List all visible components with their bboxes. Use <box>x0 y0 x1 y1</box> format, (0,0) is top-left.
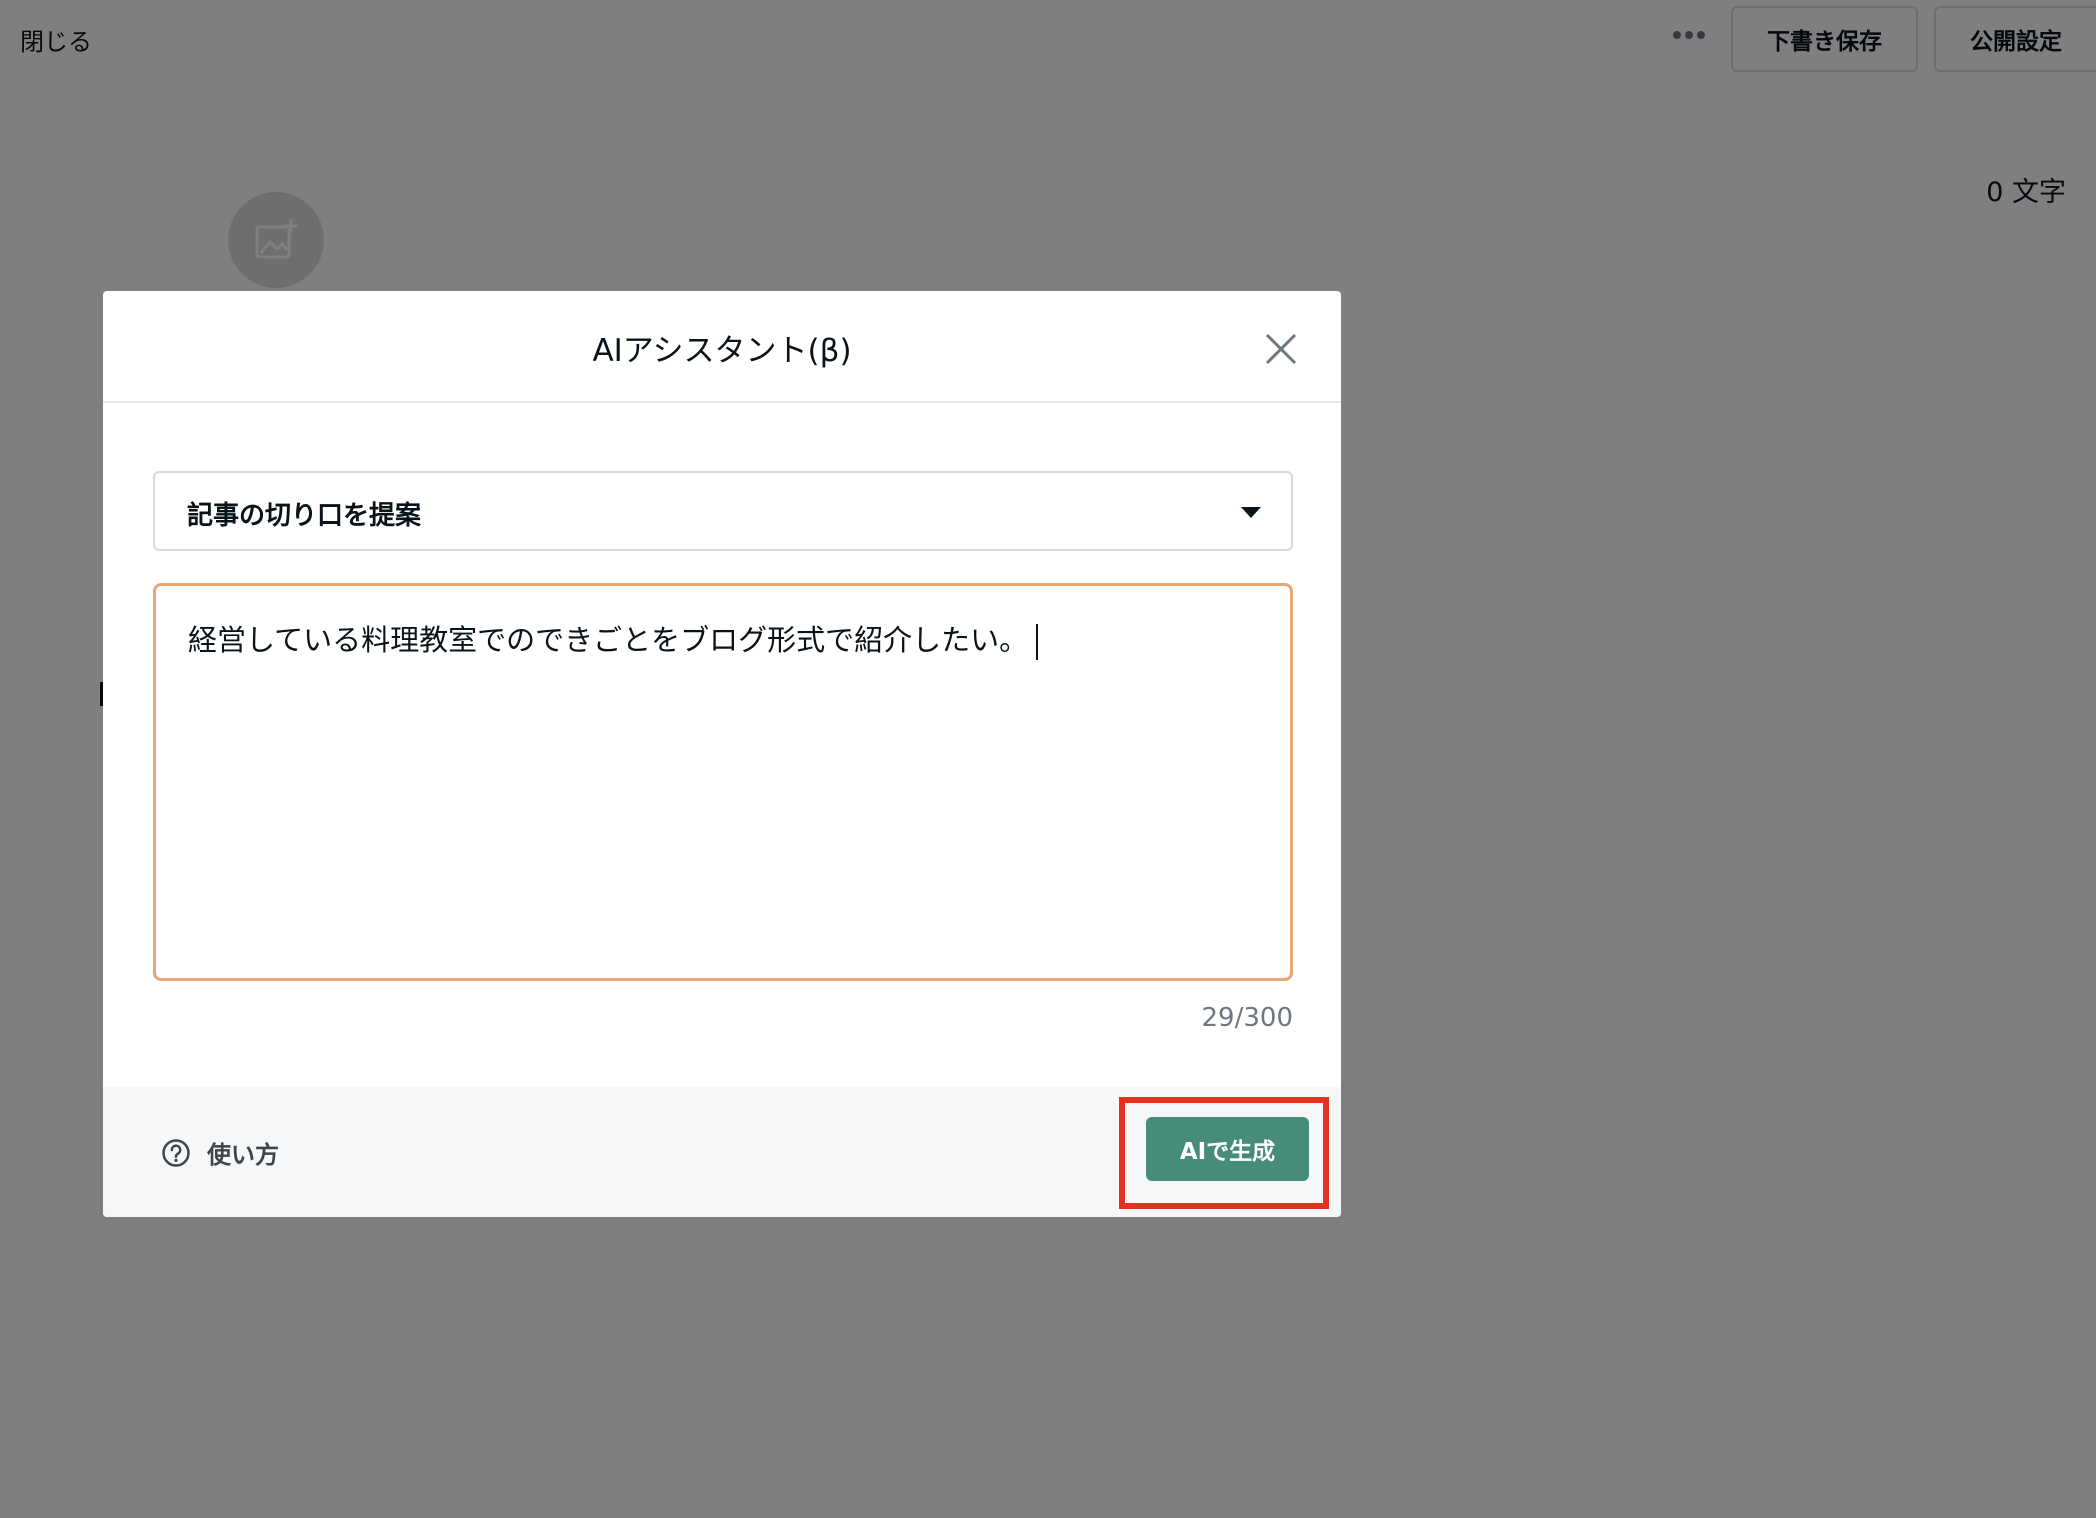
prompt-textarea[interactable]: 経営している料理教室でのできごとをブログ形式で紹介したい。 <box>153 583 1293 981</box>
modal-header: AIアシスタント(β) <box>103 291 1341 403</box>
generate-with-ai-button[interactable]: AIで生成 <box>1146 1117 1309 1181</box>
modal-title: AIアシスタント(β) <box>592 333 852 369</box>
how-to-use-label: 使い方 <box>207 1141 279 1169</box>
mode-select-value: 記事の切り口を提案 <box>187 501 422 531</box>
how-to-use-link[interactable]: 使い方 <box>161 1135 279 1170</box>
modal-footer: 使い方 AIで生成 <box>103 1087 1341 1217</box>
question-circle-icon <box>162 1138 190 1167</box>
prompt-char-counter: 29/300 <box>1201 1003 1293 1033</box>
ai-assistant-modal: AIアシスタント(β) 記事の切り口を提案 経営している料理教室でのできごとをブ… <box>103 291 1341 1217</box>
mode-select[interactable]: 記事の切り口を提案 <box>153 471 1293 551</box>
prompt-text: 経営している料理教室でのできごとをブログ形式で紹介したい。 <box>188 623 1029 657</box>
caret-down-icon <box>1241 507 1261 518</box>
text-cursor <box>1036 624 1039 660</box>
close-icon[interactable] <box>1263 331 1299 367</box>
